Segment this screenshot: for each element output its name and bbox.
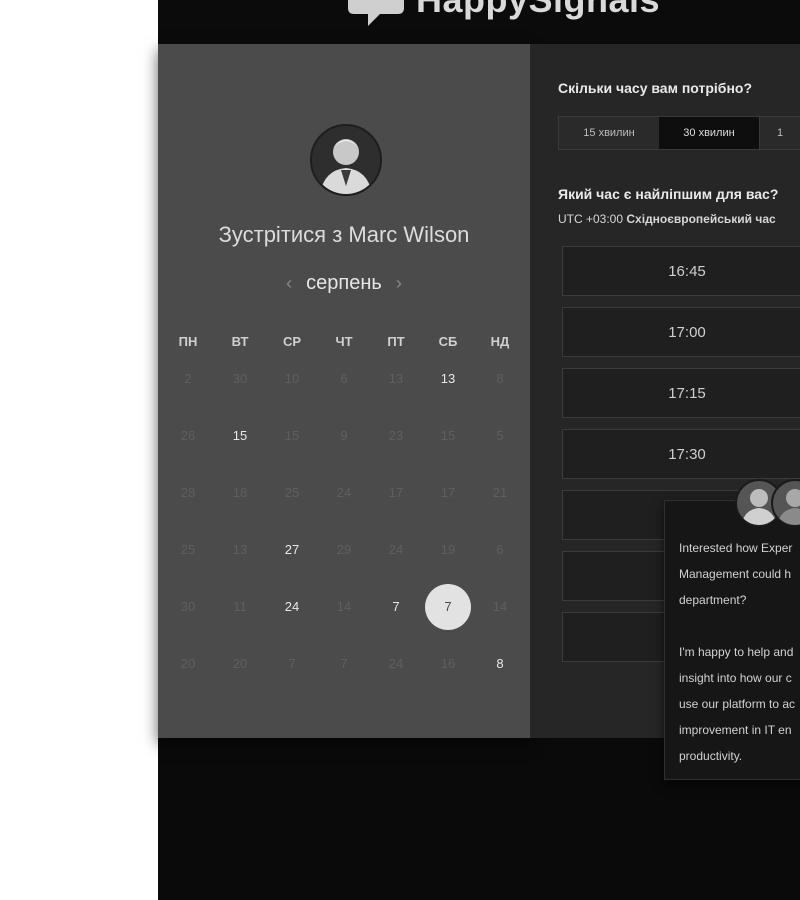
weekday-label: ЧТ (335, 334, 353, 349)
calendar-week: 30 11 24 14 7 7 14 (162, 578, 526, 635)
time-question: Який час є найліпшим для вас? (558, 186, 779, 202)
timezone-label[interactable]: UTC +03:00 Східноєвропейський час (558, 212, 776, 226)
calendar-day: 23 (388, 427, 404, 443)
timezone-name: Східноєвропейський час (626, 212, 776, 226)
calendar-day: 18 (232, 484, 248, 500)
calendar-week: 28 18 25 24 17 17 21 (162, 464, 526, 521)
calendar-day: 25 (284, 484, 300, 500)
calendar-week: 25 13 27 29 24 19 6 (162, 521, 526, 578)
time-slot[interactable]: 17:00 (562, 307, 800, 357)
calendar-day: 13 (388, 370, 404, 386)
weekday-label: ПТ (387, 334, 405, 349)
page-background-left (0, 0, 158, 900)
duration-option-15[interactable]: 15 хвилин (559, 117, 659, 149)
calendar-day: 15 (440, 427, 456, 443)
weekday-label: ПН (178, 334, 198, 349)
calendar-day: 21 (492, 484, 508, 500)
calendar-day-available[interactable]: 24 (266, 581, 318, 633)
calendar-day: 30 (232, 370, 248, 386)
calendar-day: 20 (232, 655, 248, 671)
calendar-day-selected[interactable]: 7 (422, 581, 474, 633)
calendar-day: 28 (180, 484, 196, 500)
prev-month-button[interactable]: ‹ (286, 273, 292, 294)
calendar-day-available[interactable]: 8 (474, 638, 526, 690)
calendar-day: 29 (336, 541, 352, 557)
calendar-day: 13 (232, 541, 248, 557)
chat-popup[interactable]: Interested how Exper Management could h … (664, 479, 800, 780)
calendar-day: 10 (284, 370, 300, 386)
calendar-day: 2 (184, 370, 192, 386)
month-navigation: ‹ серпень › (158, 272, 530, 295)
meeting-title: Зустрітися з Marc Wilson (218, 222, 470, 247)
time-slot[interactable]: 17:15 (562, 368, 800, 418)
calendar-day: 26 (180, 427, 196, 443)
chat-bubble-icon (346, 0, 406, 30)
header-bar: HappySignals (158, 0, 800, 44)
weekday-label: СБ (438, 334, 458, 349)
calendar-day: 9 (340, 427, 348, 443)
weekday-header: ПН ВТ СР ЧТ ПТ СБ НД (162, 334, 526, 349)
weekday-label: ВТ (231, 334, 249, 349)
calendar-day: 7 (288, 655, 296, 671)
calendar-day: 6 (496, 541, 504, 557)
calendar-day-available[interactable]: 7 (370, 581, 422, 633)
calendar-day: 11 (233, 598, 247, 614)
calendar-day: 15 (284, 427, 300, 443)
duration-option-60[interactable]: 1 (759, 117, 800, 149)
calendar-day-available[interactable]: 13 (422, 353, 474, 405)
time-slot[interactable]: 16:45 (562, 246, 800, 296)
chat-popup-message: Interested how Exper Management could h … (679, 541, 796, 763)
calendar-day: 20 (180, 655, 196, 671)
month-label: серпень (306, 272, 382, 294)
calendar-week: 20 20 7 7 24 16 8 (162, 635, 526, 692)
selected-day-number: 7 (425, 583, 471, 630)
duration-question: Скільки часу вам потрібно? (558, 80, 753, 96)
brand-logo[interactable]: HappySignals (346, 0, 660, 26)
calendar-week: 26 15 15 9 23 15 5 (162, 407, 526, 464)
duration-option-30[interactable]: 30 хвилин (659, 117, 759, 149)
brand-name: HappySignals (416, 0, 660, 21)
calendar-day: 30 (180, 598, 196, 614)
calendar-week: 2 30 10 6 13 13 8 (162, 350, 526, 407)
calendar-day: 14 (336, 598, 352, 614)
calendar-day: 5 (496, 427, 504, 443)
calendar-day: 17 (388, 484, 404, 500)
weekday-label: НД (490, 334, 510, 349)
calendar-day-available[interactable]: 27 (266, 524, 318, 576)
calendar-day: 25 (180, 541, 196, 557)
duration-selector: 15 хвилин 30 хвилин 1 (558, 116, 800, 150)
weekday-label: СР (282, 334, 302, 349)
next-month-button[interactable]: › (396, 273, 402, 294)
calendar-day: 19 (440, 541, 456, 557)
calendar-day: 8 (496, 370, 504, 386)
calendar-panel: Зустрітися з Marc Wilson ‹ серпень › ПН … (158, 44, 530, 738)
calendar-day: 14 (492, 598, 508, 614)
calendar-grid: 2 30 10 6 13 13 8 26 15 15 9 23 15 5 28 … (162, 350, 526, 692)
calendar-day: 7 (340, 655, 348, 671)
calendar-day: 24 (388, 541, 404, 557)
host-avatar (310, 124, 382, 196)
calendar-day: 17 (440, 484, 456, 500)
popup-avatars (735, 479, 800, 527)
calendar-day: 16 (440, 655, 456, 671)
calendar-day: 24 (336, 484, 352, 500)
calendar-day: 24 (388, 655, 404, 671)
timezone-offset: UTC +03:00 (558, 212, 624, 226)
time-slot[interactable]: 17:30 (562, 429, 800, 479)
calendar-day: 6 (340, 370, 348, 386)
calendar-day-available[interactable]: 15 (214, 410, 266, 462)
